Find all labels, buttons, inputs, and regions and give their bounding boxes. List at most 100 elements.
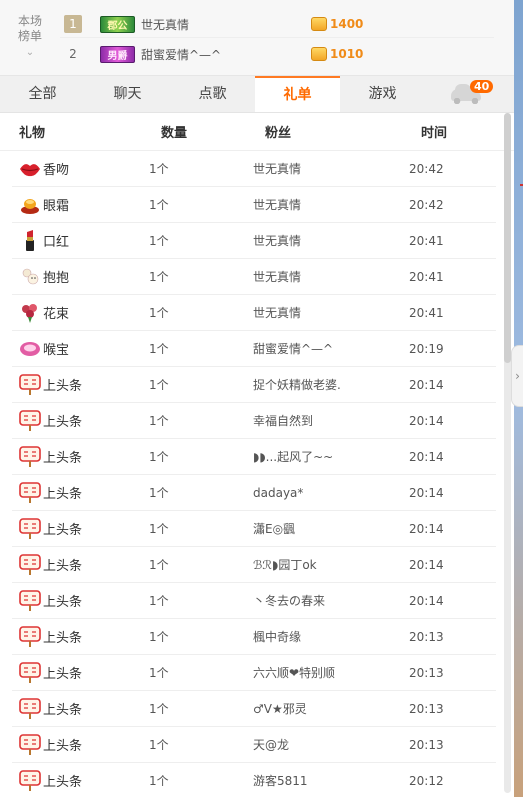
gift-quantity: 1个 — [149, 558, 169, 572]
gift-record-row: 口红 1个 世无真情 20:41 — [12, 223, 496, 259]
gift-time: 20:42 — [409, 197, 444, 212]
gift-quantity: 1个 — [149, 450, 169, 464]
fan-name[interactable]: 幸福自然到 — [253, 412, 409, 429]
gift-time: 20:13 — [409, 665, 444, 680]
tab-gift-list[interactable]: 礼单 — [255, 76, 340, 112]
fan-name[interactable]: 丶冬去の春来 — [253, 592, 409, 609]
fan-name[interactable]: 甜蜜爱情^—^ — [253, 340, 409, 357]
header-time: 时间 — [421, 126, 448, 141]
gift-time: 20:13 — [409, 701, 444, 716]
gift-time: 20:14 — [409, 377, 444, 392]
gift-name: 花束 — [43, 307, 70, 322]
gift-record-row: 香吻 1个 世无真情 20:42 — [12, 151, 496, 187]
gift-cell: 上头条 — [12, 697, 149, 720]
fan-name[interactable]: 游客5811 — [253, 772, 409, 789]
gift-time: 20:14 — [409, 449, 444, 464]
tab-all[interactable]: 全部 — [0, 76, 85, 112]
tab-games[interactable]: 游戏 — [340, 76, 425, 112]
fan-name[interactable]: ℬℛ◗园丁ok — [253, 556, 409, 573]
gift-quantity: 1个 — [149, 522, 169, 536]
gift-name: 上头条 — [43, 451, 83, 466]
coin-value: 1400 — [330, 17, 364, 31]
gift-cell: 上头条 — [12, 769, 149, 792]
gift-time: 20:14 — [409, 593, 444, 608]
gift-quantity: 1个 — [149, 162, 169, 176]
gift-time: 20:41 — [409, 269, 444, 284]
gift-cell: 抱抱 — [12, 266, 149, 288]
gift-quantity: 1个 — [149, 702, 169, 716]
fan-name[interactable]: 世无真情 — [253, 304, 409, 321]
gift-time: 20:12 — [409, 773, 444, 788]
gift-record-row: 眼霜 1个 世无真情 20:42 — [12, 187, 496, 223]
lozenge-icon — [19, 338, 41, 360]
gift-cell: 上头条 — [12, 553, 149, 576]
gift-cell: 眼霜 — [12, 194, 149, 216]
ranking-label-line2: 榜单 — [17, 29, 42, 43]
gift-name: 上头条 — [43, 523, 83, 538]
scrollbar-thumb[interactable] — [504, 113, 511, 363]
fan-name[interactable]: 楓中奇缘 — [253, 628, 409, 645]
gift-record-row: 上头条 1个 游客5811 20:12 — [12, 763, 496, 797]
gift-time: 20:14 — [409, 485, 444, 500]
fan-name[interactable]: 世无真情 — [253, 268, 409, 285]
ranking-entry-1[interactable]: 1 郡公 世无真情 1400 — [60, 11, 494, 38]
ranking-entry-2[interactable]: 2 男爵 甜蜜爱情^—^ 1010 — [60, 41, 494, 67]
fan-name[interactable]: 六六顺❤特别顺 — [253, 664, 409, 681]
gift-name: 喉宝 — [43, 343, 70, 358]
gift-cell: 上头条 — [12, 409, 149, 432]
gift-time: 20:14 — [409, 521, 444, 536]
lipstick-icon — [19, 229, 41, 252]
fan-name[interactable]: ◗◗...起风了~~ — [253, 448, 409, 465]
gift-record-row: 上头条 1个 ♂V★邪灵 20:13 — [12, 691, 496, 727]
fan-name[interactable]: 世无真情 — [253, 232, 409, 249]
lips-icon — [19, 158, 41, 180]
headline-sign-icon — [19, 373, 41, 396]
gift-name: 上头条 — [43, 631, 83, 646]
chevron-right-icon[interactable]: › — [511, 345, 523, 407]
tab-car[interactable]: 40 — [425, 76, 514, 112]
rank-number: 1 — [64, 15, 82, 33]
fan-name[interactable]: 世无真情 — [253, 196, 409, 213]
chevron-down-icon[interactable]: ⌄ — [14, 45, 46, 60]
coin-icon — [311, 17, 327, 31]
gift-quantity: 1个 — [149, 198, 169, 212]
fan-name[interactable]: dadaya* — [253, 486, 409, 500]
gift-quantity: 1个 — [149, 270, 169, 284]
gift-cell: 花束 — [12, 302, 149, 324]
tab-song-request[interactable]: 点歌 — [170, 76, 255, 112]
gift-quantity: 1个 — [149, 234, 169, 248]
gift-name: 上头条 — [43, 595, 83, 610]
gift-name: 上头条 — [43, 775, 83, 790]
ranking-toggle[interactable]: 本场 榜单 ⌄ — [14, 14, 46, 60]
fan-name[interactable]: 世无真情 — [253, 160, 409, 177]
gift-name: 抱抱 — [43, 271, 70, 286]
ranking-user-name[interactable]: 世无真情 — [141, 16, 311, 33]
gift-cell: 上头条 — [12, 373, 149, 396]
ranking-user-name[interactable]: 甜蜜爱情^—^ — [141, 46, 311, 63]
car-count-badge: 40 — [470, 80, 494, 93]
fan-name[interactable]: ♂V★邪灵 — [253, 700, 409, 717]
fan-name[interactable]: 瀟E◎颻 — [253, 520, 409, 537]
gift-cell: 口红 — [12, 229, 149, 252]
gift-cell: 喉宝 — [12, 338, 149, 360]
gift-quantity: 1个 — [149, 342, 169, 356]
gift-name: 上头条 — [43, 559, 83, 574]
header-gift: 礼物 — [19, 126, 46, 141]
gift-panel: 本场 榜单 ⌄ 1 郡公 世无真情 1400 2 男爵 甜蜜爱情^—^ 1010… — [0, 0, 514, 797]
gift-record-row: 花束 1个 世无真情 20:41 — [12, 295, 496, 331]
fan-name[interactable]: 捉个妖精做老婆. — [253, 376, 409, 393]
session-ranking: 本场 榜单 ⌄ 1 郡公 世无真情 1400 2 男爵 甜蜜爱情^—^ 1010 — [0, 0, 514, 76]
headline-sign-icon — [19, 517, 41, 540]
headline-sign-icon — [19, 481, 41, 504]
fan-name[interactable]: 天@龙 — [253, 736, 409, 753]
gift-table-header: 礼物 数量 粉丝 时间 — [0, 113, 514, 151]
gift-cell: 上头条 — [12, 517, 149, 540]
gift-time: 20:14 — [409, 557, 444, 572]
tab-chat[interactable]: 聊天 — [85, 76, 170, 112]
noble-medal-icon: 男爵 — [100, 45, 135, 63]
headline-sign-icon — [19, 733, 41, 756]
noble-medal-icon: 郡公 — [100, 15, 135, 33]
gift-time: 20:14 — [409, 413, 444, 428]
headline-sign-icon — [19, 445, 41, 468]
gift-name: 上头条 — [43, 667, 83, 682]
